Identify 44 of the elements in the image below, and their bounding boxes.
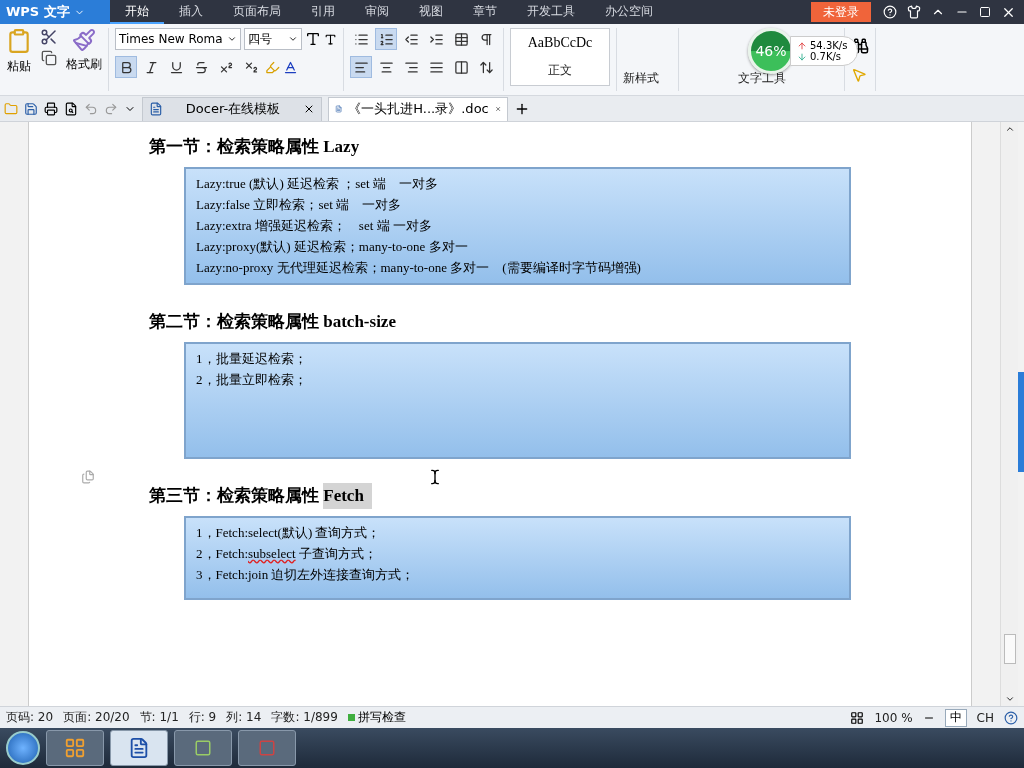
- style-gallery[interactable]: AaBbCcDc 正文: [510, 28, 610, 86]
- language-indicator[interactable]: CH: [976, 710, 994, 725]
- spell-check-button[interactable]: 拼写检查: [347, 709, 406, 726]
- text-line: Lazy:no-proxy 无代理延迟检索；many-to-one 多对一 (需要编译时字节码增强): [196, 259, 641, 277]
- font-field[interactable]: Times New Roma: [115, 28, 241, 50]
- menu-tab[interactable]: 插入: [164, 0, 218, 24]
- style-name: 正文: [548, 62, 572, 80]
- status-item: 页码: 20: [6, 709, 54, 726]
- text-line: 1，Fetch:select(默认) 查询方式；: [196, 524, 381, 542]
- menu-tab[interactable]: 视图: [404, 0, 458, 24]
- text-line: 2，Fetch:subselect 子查询方式；: [196, 545, 377, 563]
- text-line: Lazy:extra 增强延迟检索； set 端 一对多: [196, 217, 432, 235]
- text-line: Lazy:proxy(默认) 延迟检索；many-to-one 多对一: [196, 238, 468, 256]
- text-line: Lazy:true (默认) 延迟检索 ；set 端 一对多: [196, 175, 438, 193]
- zoom-level[interactable]: 100 %: [874, 710, 913, 725]
- paste-button[interactable]: 粘贴: [6, 28, 32, 91]
- upload-speed: 54.3K/s: [810, 40, 848, 51]
- document-tab[interactable]: Docer-在线模板: [142, 96, 322, 121]
- app-menu-button[interactable]: WPS 文字: [0, 0, 110, 24]
- text-line: Lazy:false 立即检索；set 端 一对多: [196, 196, 402, 214]
- format-painter-button[interactable]: 格式刷: [66, 28, 102, 91]
- status-item: 节: 1/1: [139, 709, 179, 726]
- text-line: 1，批量延迟检索；: [196, 350, 307, 368]
- menu-tab[interactable]: 开发工具: [512, 0, 590, 24]
- text-line: 3，Fetch:join 迫切左外连接查询方式；: [196, 566, 415, 584]
- section-heading: 第二节：检索策略属性 batch-size: [149, 311, 396, 333]
- menu-tab[interactable]: 引用: [296, 0, 350, 24]
- menu-tab[interactable]: 审阅: [350, 0, 404, 24]
- menu-tab[interactable]: 页面布局: [218, 0, 296, 24]
- menu-tab[interactable]: 办公空间: [590, 0, 668, 24]
- status-item: 页面: 20/20: [63, 709, 130, 726]
- text-line: 2，批量立即检索；: [196, 371, 307, 389]
- document-tab[interactable]: 《一头扎进H...录》.doc: [328, 96, 508, 121]
- new-style-label[interactable]: 新样式: [623, 70, 672, 87]
- download-speed: 0.7K/s: [810, 51, 842, 62]
- section-heading: 第三节：检索策略属性 Fetch: [149, 483, 372, 509]
- font-size-field[interactable]: 四号: [244, 28, 302, 50]
- section-heading: 第一节：检索策略属性 Lazy: [149, 136, 360, 158]
- menu-tab[interactable]: 章节: [458, 0, 512, 24]
- status-item: 列: 14: [226, 709, 262, 726]
- input-method-button[interactable]: 中: [944, 708, 967, 727]
- status-item: 字数: 1/899: [271, 709, 338, 726]
- style-preview: AaBbCcDc: [527, 34, 593, 51]
- status-item: 行: 9: [188, 709, 217, 726]
